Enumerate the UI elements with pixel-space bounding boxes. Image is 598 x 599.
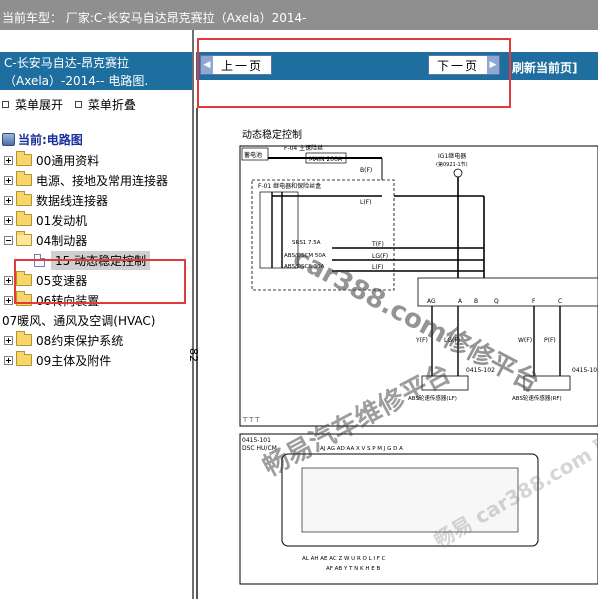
tree-item-power-ground[interactable]: 电源、接地及常用连接器 bbox=[0, 170, 192, 190]
diagram-title: 动态稳定控制 bbox=[242, 128, 302, 141]
wire-y-label: Y(F) bbox=[415, 337, 428, 344]
content-pane: ◀ 上一页 下一页 ▶ 刷新当前页] 82 动态稳定控制 蓄电池 F-04 主保… bbox=[187, 30, 598, 599]
collapse-all-control[interactable]: 菜单折叠 bbox=[74, 98, 136, 112]
pin-q: Q bbox=[494, 298, 499, 305]
pin-f: F bbox=[532, 298, 536, 305]
main-fuse-id: F-04 主保险丝 bbox=[284, 144, 323, 152]
ecu-bottom-pins: AL AH AE AC Z W U R O L I F C bbox=[302, 556, 386, 562]
tree-item-body[interactable]: 09主体及附件 bbox=[0, 350, 192, 370]
folder-open-icon bbox=[16, 231, 32, 246]
connector-1-label: 0415-102 bbox=[466, 367, 495, 374]
refresh-page-link[interactable]: 刷新当前页] bbox=[512, 59, 578, 76]
sensor-lf-label: ABS轮速传感器(LF) bbox=[408, 394, 457, 402]
expand-plus-icon[interactable] bbox=[4, 335, 13, 345]
ecu-name: DSC HU/CM bbox=[242, 445, 277, 452]
pin-c: C bbox=[558, 298, 562, 305]
collapse-square-icon bbox=[74, 101, 82, 108]
collapse-minus-icon[interactable] bbox=[4, 235, 13, 245]
nav-highlight-box bbox=[197, 38, 511, 108]
tree-item-engine[interactable]: 01发动机 bbox=[0, 210, 192, 230]
page-number: 82 bbox=[187, 348, 200, 362]
pin-b: B bbox=[474, 298, 478, 305]
wire-l1-label: L(F) bbox=[360, 199, 371, 206]
relay-label: IG1继电器 bbox=[438, 152, 466, 160]
tree-item-restraints[interactable]: 08约束保护系统 bbox=[0, 330, 192, 350]
folder-icon bbox=[16, 191, 32, 206]
tree-item-data-connectors[interactable]: 数据线连接器 bbox=[0, 190, 192, 210]
expand-plus-icon[interactable] bbox=[4, 355, 13, 365]
ecu-connector-id: 0415-101 bbox=[242, 437, 271, 444]
expand-plus-icon[interactable] bbox=[4, 155, 13, 165]
wire-b-label: B(F) bbox=[360, 167, 372, 174]
wire-w-label: W(F) bbox=[518, 337, 532, 344]
sensor-rf-label: ABS轮速传感器(RF) bbox=[512, 394, 562, 402]
ecu-top-pins: AJ AG AD AA X V S P M J G D A bbox=[320, 446, 403, 452]
tree-item-hvac[interactable]: 07暖风、通风及空调(HVAC) bbox=[0, 310, 192, 330]
expand-plus-icon[interactable] bbox=[4, 215, 13, 225]
relay-sub-label: (第0921-1节) bbox=[436, 161, 468, 168]
window-title-bar: 当前车型： 厂家:C-长安马自达昂克赛拉（Axela）2014- bbox=[0, 0, 598, 30]
ecu-bottom-pins-2: AF AB Y T N K H E B bbox=[326, 566, 380, 572]
wire-l2-label: L(F) bbox=[372, 264, 383, 271]
pin-ag: AG bbox=[427, 298, 436, 305]
folder-icon bbox=[16, 151, 32, 166]
folder-icon bbox=[16, 171, 32, 186]
folder-icon bbox=[16, 211, 32, 226]
left-nav-panel: C-长安马自达-昂克赛拉（Axela）-2014-- 电路图. 菜单展开 菜单折… bbox=[0, 30, 194, 599]
ground-symbol: ⊤⊤⊤ bbox=[242, 416, 260, 424]
wire-lgf-label: LG(F) bbox=[444, 337, 460, 344]
tree-root[interactable]: 当前:电路图 bbox=[2, 131, 83, 148]
database-icon bbox=[2, 133, 15, 146]
selection-highlight-box bbox=[14, 259, 186, 304]
wiring-diagram: 动态稳定控制 蓄电池 F-04 主保险丝 MAIN 200A B(F) IG1继… bbox=[222, 128, 598, 591]
wire-lg-label: LG(F) bbox=[372, 253, 388, 260]
expand-plus-icon[interactable] bbox=[4, 175, 13, 185]
nav-header: C-长安马自达-昂克赛拉（Axela）-2014-- 电路图. bbox=[0, 52, 192, 90]
expand-plus-icon[interactable] bbox=[4, 275, 13, 285]
folder-icon bbox=[16, 331, 32, 346]
folder-icon bbox=[16, 351, 32, 366]
expand-square-icon bbox=[2, 101, 9, 108]
connector-2-label: 0415-103 bbox=[572, 367, 598, 374]
fuse-abs2-label: ABS/DSCS 30A bbox=[284, 264, 325, 270]
tree-item-brakes[interactable]: 04制动器 bbox=[0, 230, 192, 250]
current-vehicle-label: 当前车型： 厂家:C-长安马自达昂克赛拉（Axela）2014- bbox=[2, 11, 307, 25]
expand-plus-icon[interactable] bbox=[4, 295, 13, 305]
menu-controls: 菜单展开 菜单折叠 bbox=[2, 96, 144, 113]
wire-p-label: P(F) bbox=[544, 337, 556, 344]
fuse-block-label: F-01 继电器和保险丝盒 bbox=[258, 182, 321, 190]
fuse-srs-label: SRS1 7.5A bbox=[292, 240, 321, 246]
tree-item-general[interactable]: 00通用资料 bbox=[0, 150, 192, 170]
expand-plus-icon[interactable] bbox=[4, 195, 13, 205]
fuse-abs1-label: ABS/DSCM 50A bbox=[284, 253, 326, 259]
wire-t-label: T(F) bbox=[371, 241, 384, 248]
wiring-diagram-svg: 动态稳定控制 蓄电池 F-04 主保险丝 MAIN 200A B(F) IG1继… bbox=[239, 128, 598, 585]
expand-all-control[interactable]: 菜单展开 bbox=[2, 98, 67, 112]
battery-label: 蓄电池 bbox=[244, 151, 262, 159]
